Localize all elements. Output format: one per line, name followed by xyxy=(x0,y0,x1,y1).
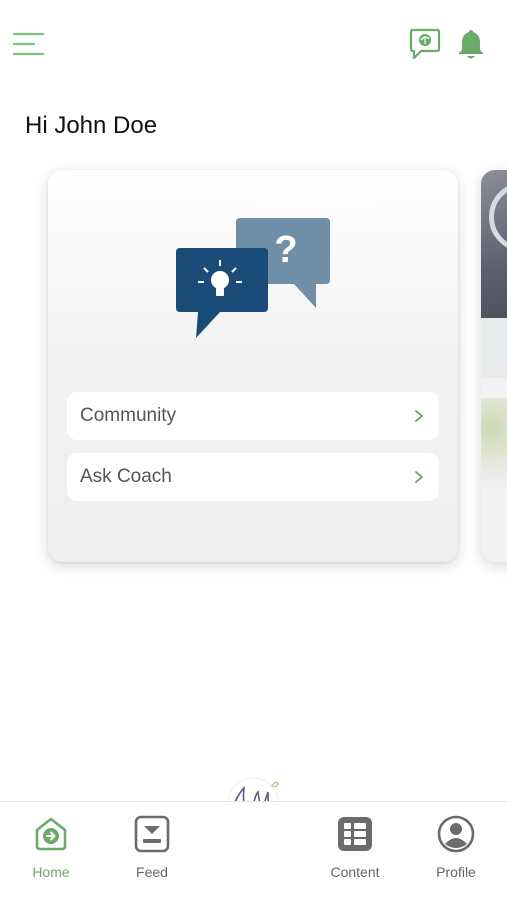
next-card-plant-image xyxy=(481,398,507,488)
next-card-image xyxy=(481,170,507,318)
profile-icon xyxy=(437,815,475,853)
community-card: ? Community Ask Coach xyxy=(48,170,458,562)
next-card-preview[interactable] xyxy=(481,170,507,562)
greeting-title: Hi John Doe xyxy=(25,112,158,139)
hamburger-menu-icon xyxy=(12,32,45,56)
speech-bubbles-idea-question-icon: ? xyxy=(176,218,330,338)
nav-feed[interactable]: Feed xyxy=(112,814,192,889)
ask-coach-label: Ask Coach xyxy=(80,466,172,487)
home-icon xyxy=(35,817,67,851)
nav-content[interactable]: Content xyxy=(315,814,395,889)
nav-feed-label: Feed xyxy=(136,864,168,880)
feed-icon xyxy=(134,815,170,853)
content-grid-icon xyxy=(338,817,372,851)
clock-image-ring xyxy=(489,182,507,252)
chat-bubble-icon xyxy=(409,28,441,60)
community-label: Community xyxy=(80,405,177,426)
community-item[interactable]: Community xyxy=(67,392,439,440)
ask-coach-item[interactable]: Ask Coach xyxy=(67,453,439,501)
nav-home-label: Home xyxy=(32,864,70,880)
chevron-right-icon xyxy=(415,410,423,422)
menu-button[interactable] xyxy=(12,30,46,58)
nav-profile-label: Profile xyxy=(436,864,476,880)
next-card-divider xyxy=(481,318,507,378)
chevron-right-icon xyxy=(415,471,423,483)
svg-text:?: ? xyxy=(274,229,297,271)
notifications-button[interactable] xyxy=(456,27,486,61)
nav-home[interactable]: Home xyxy=(11,814,91,889)
nav-profile[interactable]: Profile xyxy=(416,814,496,889)
nav-content-label: Content xyxy=(330,864,380,880)
feature-carousel[interactable]: ? Community Ask Coach xyxy=(0,160,507,580)
app-header xyxy=(0,0,507,90)
bottom-navigation: Home Feed Content Profile xyxy=(0,801,507,900)
chat-button[interactable] xyxy=(409,27,441,61)
notification-bell-icon xyxy=(459,30,483,59)
